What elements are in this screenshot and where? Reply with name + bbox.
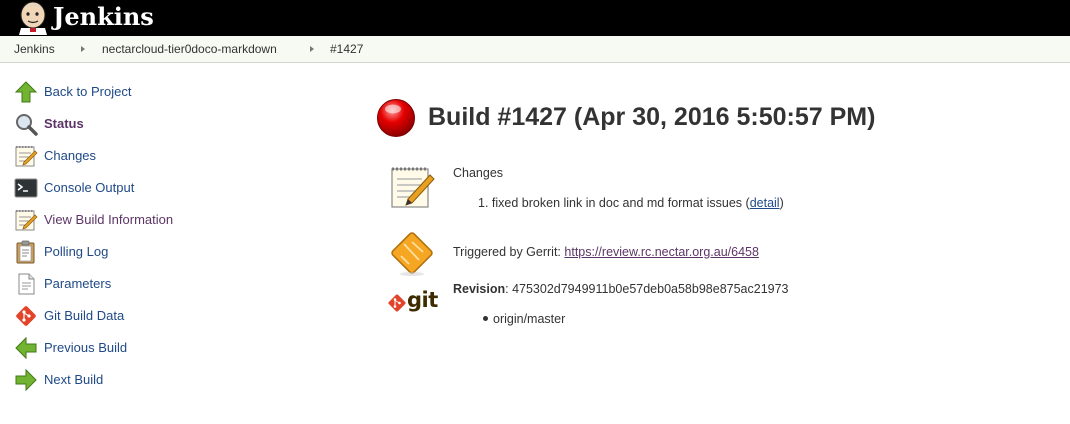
revision-line: Revision: 475302d7949911b0e57deb0a58b98e… (453, 281, 789, 297)
task-label[interactable]: Previous Build (44, 339, 127, 357)
task-polling-log[interactable]: Polling Log (14, 240, 314, 264)
task-label[interactable]: Status (44, 115, 84, 133)
build-status-ball-icon (377, 99, 415, 137)
git-diamond-icon (388, 294, 406, 312)
task-previous-build[interactable]: Previous Build (14, 336, 314, 360)
task-label[interactable]: Next Build (44, 371, 103, 389)
changes-heading: Changes (453, 166, 504, 180)
change-item: 1. fixed broken link in doc and md forma… (478, 195, 784, 211)
git-logo-icon: git (387, 288, 439, 316)
task-label[interactable]: Changes (44, 147, 96, 165)
page-title: Build #1427 (Apr 30, 2016 5:50:57 PM) (428, 103, 876, 131)
revision-label: Revision (453, 282, 506, 296)
change-detail-link[interactable]: detail (750, 196, 780, 210)
right-arrow-icon (15, 368, 37, 392)
breadcrumb-item-build[interactable]: #1427 (330, 36, 363, 63)
task-label[interactable]: Parameters (44, 275, 111, 293)
magnifier-icon (16, 114, 38, 136)
task-label[interactable]: Git Build Data (44, 307, 124, 325)
change-item-text: fixed broken link in doc and md format i… (491, 196, 750, 210)
branch-name: origin/master (493, 312, 566, 326)
task-label[interactable]: Polling Log (44, 243, 108, 261)
task-view-build-information[interactable]: View Build Information (14, 208, 314, 232)
app-title[interactable]: Jenkins (53, 1, 154, 33)
task-parameters[interactable]: Parameters (14, 272, 314, 296)
task-label[interactable]: View Build Information (44, 211, 173, 229)
trigger-line: Triggered by Gerrit: https://review.rc.n… (453, 244, 759, 260)
revision-hash: 475302d7949911b0e57deb0a58b98e875ac21973 (512, 282, 789, 296)
top-header: Jenkins (0, 0, 1070, 36)
notepad-icon (391, 167, 435, 208)
gerrit-trigger-icon (391, 232, 433, 276)
up-arrow-icon (14, 81, 38, 103)
terminal-icon (14, 178, 38, 198)
breadcrumb-item-jenkins[interactable]: Jenkins (14, 36, 55, 63)
task-status[interactable]: Status (14, 112, 314, 136)
breadcrumb-chevron-icon[interactable] (310, 46, 314, 52)
task-back-to-project[interactable]: Back to Project (14, 80, 314, 104)
gerrit-review-link[interactable]: https://review.rc.nectar.org.au/6458 (564, 245, 759, 259)
git-logo-text: git (407, 288, 438, 312)
notepad-icon (15, 210, 38, 231)
change-item-number: 1. (478, 196, 489, 210)
task-changes[interactable]: Changes (14, 144, 314, 168)
branch-bullet (483, 316, 488, 321)
breadcrumb: Jenkins nectarcloud-tier0doco-markdown #… (0, 36, 1070, 63)
breadcrumb-chevron-icon[interactable] (81, 46, 85, 52)
task-label[interactable]: Console Output (44, 179, 134, 197)
git-icon (16, 306, 36, 326)
document-icon (18, 273, 35, 295)
jenkins-butler-logo-icon[interactable] (14, 1, 52, 35)
clipboard-icon (16, 240, 35, 264)
task-label[interactable]: Back to Project (44, 83, 131, 101)
task-console-output[interactable]: Console Output (14, 176, 314, 200)
breadcrumb-item-project[interactable]: nectarcloud-tier0doco-markdown (102, 36, 277, 63)
left-arrow-icon (15, 336, 37, 360)
task-next-build[interactable]: Next Build (14, 368, 314, 392)
task-git-build-data[interactable]: Git Build Data (14, 304, 314, 328)
trigger-prefix: Triggered by Gerrit: (453, 245, 565, 259)
notepad-icon (15, 146, 38, 167)
change-item-suffix: ) (779, 196, 784, 210)
